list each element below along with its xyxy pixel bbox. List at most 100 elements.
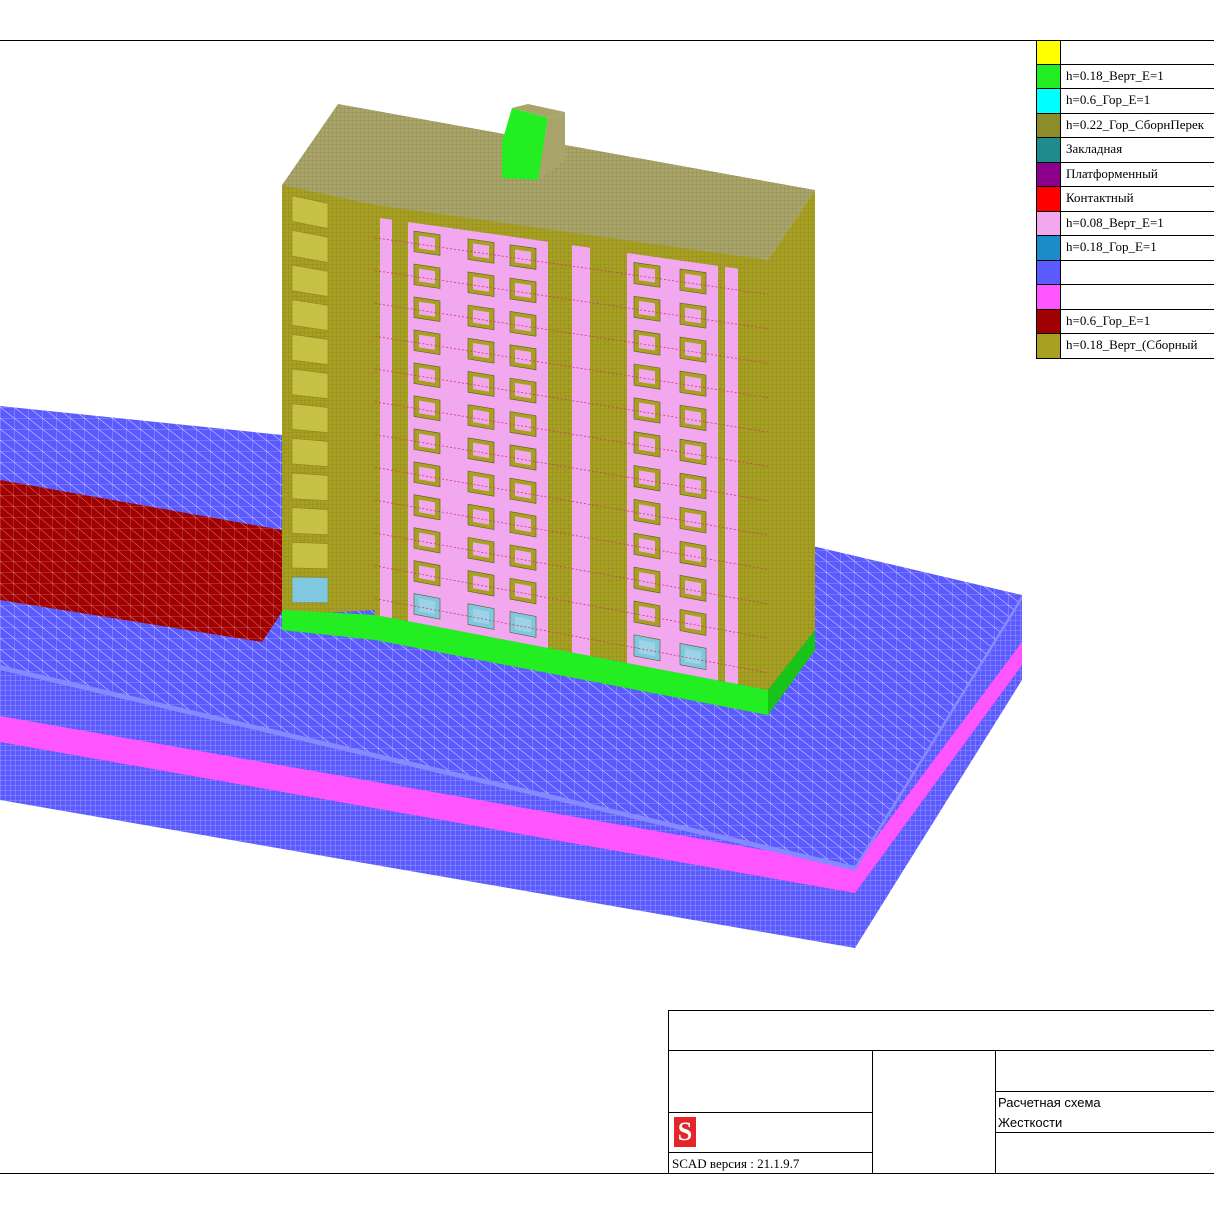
- window-pane: [685, 512, 701, 529]
- title-block-line: [668, 1010, 1214, 1011]
- window-pane: [419, 400, 435, 416]
- end-wall-panel: [291, 368, 329, 399]
- window-pane: [685, 375, 701, 392]
- end-wall-panel: [291, 299, 329, 331]
- window-pane: [419, 235, 435, 251]
- window-pane: [515, 449, 531, 466]
- window-pane: [515, 416, 531, 432]
- drawing-sheet: h=0.18_Верт_E=1 h=0.6_Гор_E=1 h=0.22_Гор_С…: [0, 0, 1214, 1214]
- facade-panel-narrow: [380, 218, 392, 619]
- legend-swatch: [1037, 211, 1061, 235]
- legend-label: Закладная: [1066, 141, 1123, 156]
- sheet-title-line2: Жесткости: [998, 1115, 1063, 1130]
- title-block-line: [995, 1091, 1214, 1092]
- window-pane: [515, 349, 531, 365]
- end-wall-panel: [291, 333, 329, 365]
- window-pane: [639, 368, 655, 385]
- legend-label: h=0.18_Верт_E=1: [1066, 67, 1164, 83]
- window-pane: [419, 301, 435, 317]
- title-block-line: [995, 1132, 1214, 1133]
- window-pane: [419, 367, 435, 383]
- legend-item: h=0.18_Верт_E=1: [1036, 64, 1214, 89]
- legend-label: Контактный: [1066, 190, 1134, 205]
- legend-item: h=0.18_Верт_(Сборный: [1036, 334, 1214, 359]
- title-block-line: [668, 1050, 1214, 1051]
- window-pane: [515, 316, 531, 332]
- title-block-line: [995, 1050, 996, 1174]
- legend-item: h=0.6_Гор_E=1: [1036, 309, 1214, 334]
- legend-swatch: [1037, 64, 1061, 88]
- legend-item: Закладная: [1036, 138, 1214, 163]
- frame-bottom-border: [0, 1173, 1214, 1174]
- legend-swatch: [1037, 41, 1061, 64]
- end-wall-panel: [291, 472, 329, 502]
- legend-item: h=0.22_Гор_СборнПерек: [1036, 113, 1214, 138]
- window-pane: [473, 276, 489, 292]
- software-version: SCAD версия : 21.1.9.7: [672, 1156, 800, 1171]
- legend-label: Платформенный: [1066, 165, 1158, 181]
- end-wall-panel: [291, 403, 329, 434]
- window-pane: [515, 282, 531, 299]
- window-pane: [685, 546, 701, 563]
- window-pane: [639, 402, 655, 419]
- frame-top-border: [0, 40, 1214, 41]
- window-pane: [639, 300, 655, 317]
- stiffness-legend: h=0.18_Верт_E=1 h=0.6_Гор_E=1 h=0.22_Гор_С…: [1036, 40, 1214, 359]
- window-pane: [639, 470, 655, 487]
- window-pane: [685, 273, 701, 290]
- legend-swatch: [1037, 260, 1061, 284]
- legend-item: [1036, 260, 1214, 285]
- window-pane: [639, 504, 655, 521]
- sheet-title-line1: Расчетная схема: [998, 1095, 1101, 1110]
- legend-swatch: [1037, 187, 1061, 211]
- legend-item: [1036, 285, 1214, 310]
- building-model: [282, 104, 815, 715]
- window-pane: [639, 267, 655, 283]
- end-wall-panel: [291, 437, 329, 468]
- window-pane: [419, 268, 435, 284]
- end-wall-panel: [291, 507, 329, 536]
- legend-swatch: [1037, 285, 1061, 309]
- legend-label: h=0.18_Верт_(Сборный: [1066, 337, 1198, 352]
- window-pane: [515, 382, 531, 399]
- window-pane: [419, 334, 435, 350]
- legend-item: Контактный: [1036, 187, 1214, 212]
- title-block-line: [668, 1152, 873, 1153]
- legend-item: h=0.6_Гор_E=1: [1036, 89, 1214, 114]
- legend-item: h=0.08_Верт_E=1: [1036, 211, 1214, 236]
- side-wall-mesh: [768, 190, 815, 690]
- legend-swatch: [1037, 113, 1061, 137]
- legend-item: h=0.18_Гор_E=1: [1036, 236, 1214, 261]
- title-block-line: [668, 1112, 873, 1113]
- window-pane: [639, 334, 655, 351]
- legend-swatch: [1037, 89, 1061, 113]
- window-pane: [473, 409, 489, 425]
- window-pane: [639, 436, 655, 453]
- facade-panel-narrow: [725, 266, 738, 685]
- window-pane: [685, 307, 701, 324]
- scad-logo: S: [674, 1117, 696, 1147]
- window-pane: [685, 478, 701, 495]
- legend-label: h=0.22_Гор_СборнПерек: [1066, 116, 1205, 132]
- window-pane: [685, 409, 701, 426]
- window-pane: [473, 376, 489, 392]
- legend-label: h=0.08_Верт_E=1: [1066, 214, 1164, 230]
- legend-label: h=0.6_Гор_E=1: [1066, 312, 1151, 328]
- end-wall-panel: [291, 541, 329, 570]
- legend-label: h=0.18_Гор_E=1: [1066, 239, 1157, 254]
- window-pane: [685, 443, 701, 460]
- legend-swatch: [1037, 309, 1061, 333]
- legend-swatch: [1037, 138, 1061, 162]
- end-wall-panel: [291, 576, 329, 604]
- window-pane: [473, 309, 489, 326]
- window-pane: [685, 341, 701, 358]
- facade-panel-narrow: [572, 245, 590, 657]
- legend-swatch: [1037, 236, 1061, 260]
- window-pane: [515, 249, 531, 265]
- window-pane: [473, 343, 489, 359]
- legend-item: Платформенный: [1036, 162, 1214, 187]
- title-block-line: [668, 1010, 669, 1174]
- window-pane: [473, 243, 489, 259]
- legend-swatch: [1037, 334, 1061, 358]
- legend-item: [1036, 40, 1214, 65]
